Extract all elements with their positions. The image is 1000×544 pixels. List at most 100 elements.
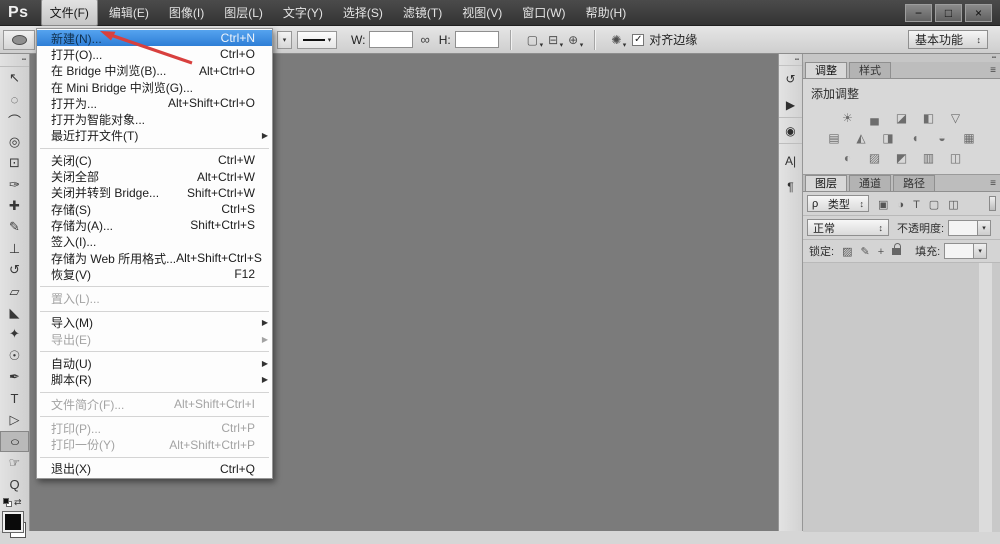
layers-list-empty[interactable] bbox=[803, 263, 1000, 532]
color-lookup-icon[interactable]: ▦ bbox=[960, 131, 978, 145]
menubar-item-图像(I)[interactable]: 图像(I) bbox=[160, 0, 213, 26]
foreground-color-swatch[interactable] bbox=[2, 510, 24, 533]
tab-样式[interactable]: 样式 bbox=[849, 62, 891, 78]
path-alignment-icon[interactable]: ⊟ ▾ bbox=[548, 33, 563, 49]
tool-pen[interactable]: ✒ bbox=[0, 366, 29, 387]
menu-item-关闭全部[interactable]: 关闭全部 Alt+Ctrl+W bbox=[37, 168, 272, 185]
tab-路径[interactable]: 路径 bbox=[893, 175, 935, 191]
menu-item-打开为...[interactable]: 打开为... Alt+Shift+Ctrl+O bbox=[37, 95, 272, 111]
menu-item-导入(M)[interactable]: 导入(M) ▶ bbox=[37, 315, 272, 331]
menubar-item-图层(L)[interactable]: 图层(L) bbox=[215, 0, 272, 26]
menubar-item-帮助(H)[interactable]: 帮助(H) bbox=[577, 0, 636, 26]
height-input[interactable] bbox=[454, 31, 499, 48]
tool-eraser[interactable]: ▱ bbox=[0, 281, 29, 302]
maximize-button[interactable]: □ bbox=[935, 3, 962, 22]
dock-collapse-arrows-icon[interactable]: ▪▪ bbox=[779, 54, 802, 66]
align-edges-checkbox[interactable]: ✓ bbox=[632, 33, 645, 46]
filter-toggle-icon[interactable] bbox=[989, 196, 996, 211]
menu-item-关闭(C)[interactable]: 关闭(C) Ctrl+W bbox=[37, 152, 272, 168]
opacity-dropdown-icon[interactable]: ▾ bbox=[978, 219, 992, 236]
fill-input[interactable] bbox=[944, 243, 975, 259]
workspace-switcher[interactable]: 基本功能 ↕ bbox=[908, 30, 988, 49]
tool-marquee[interactable]: ◌ bbox=[0, 88, 29, 109]
default-colors-icon[interactable] bbox=[3, 497, 12, 507]
menubar-item-视图(V)[interactable]: 视图(V) bbox=[453, 0, 511, 26]
tool-path-selection[interactable]: ▷ bbox=[0, 409, 29, 430]
minimize-button[interactable]: − bbox=[905, 3, 932, 22]
swap-colors-icon[interactable]: ⇄ bbox=[14, 497, 22, 508]
animation-panel-icon[interactable]: ◉ bbox=[779, 118, 802, 144]
levels-icon[interactable]: ▄ bbox=[866, 111, 884, 125]
geometry-options-gear-icon[interactable]: ✺ ▾ bbox=[611, 33, 626, 49]
tool-spot-healing[interactable]: ✚ bbox=[0, 195, 29, 216]
menu-item-存储(S)[interactable]: 存储(S) Ctrl+S bbox=[37, 201, 272, 217]
curves-icon[interactable]: ◪ bbox=[893, 111, 911, 125]
menu-item-打印(P)...[interactable]: 打印(P)... Ctrl+P bbox=[37, 420, 272, 436]
tool-paint-bucket[interactable]: ◣ bbox=[0, 302, 29, 323]
tool-type[interactable]: T bbox=[0, 388, 29, 409]
path-operations-icon[interactable]: ▢ ▾ bbox=[527, 33, 543, 49]
menu-item-置入(L)...[interactable]: 置入(L)... bbox=[37, 290, 272, 306]
menu-item-文件简介(F)...[interactable]: 文件简介(F)... Alt+Shift+Ctrl+I bbox=[37, 396, 272, 412]
tool-blur[interactable]: ✦ bbox=[0, 324, 29, 345]
actions-panel-icon[interactable]: ▶ bbox=[779, 92, 802, 118]
panel-menu-icon[interactable]: ≡ bbox=[990, 178, 996, 189]
menubar-item-文件(F)[interactable]: 文件(F) bbox=[40, 0, 98, 26]
menu-item-恢复(V)[interactable]: 恢复(V) F12 bbox=[37, 266, 272, 282]
menu-item-最近打开文件(T)[interactable]: 最近打开文件(T) ▶ bbox=[37, 128, 272, 144]
channel-mixer-icon[interactable]: ◒ bbox=[933, 131, 951, 145]
width-input[interactable] bbox=[369, 31, 414, 48]
menu-item-关闭并转到 Bridge...[interactable]: 关闭并转到 Bridge... Shift+Ctrl+W bbox=[37, 185, 272, 201]
black-white-icon[interactable]: ◨ bbox=[879, 131, 897, 145]
tool-clone-stamp[interactable]: ⊥ bbox=[0, 238, 29, 259]
tool-dodge[interactable]: ☉ bbox=[0, 345, 29, 366]
menu-item-自动(U)[interactable]: 自动(U) ▶ bbox=[37, 355, 272, 371]
tool-brush[interactable]: ✎ bbox=[0, 217, 29, 238]
stroke-style-dropdown[interactable]: ▾ bbox=[297, 30, 337, 49]
opacity-input[interactable] bbox=[948, 219, 979, 236]
menu-item-导出(E)[interactable]: 导出(E) ▶ bbox=[37, 331, 272, 347]
exposure-icon[interactable]: ◧ bbox=[920, 111, 938, 125]
character-panel-icon[interactable]: A| bbox=[779, 148, 802, 174]
hue-saturation-icon[interactable]: ▤ bbox=[825, 131, 843, 145]
lock-position-icon[interactable]: + bbox=[878, 246, 884, 258]
close-button[interactable]: × bbox=[965, 3, 992, 22]
threshold-icon[interactable]: ◩ bbox=[893, 151, 911, 165]
tool-ellipse-shape[interactable]: ○ bbox=[0, 430, 29, 453]
filter-smart-objects-icon[interactable]: ◫ bbox=[948, 199, 958, 211]
menubar-item-窗口(W)[interactable]: 窗口(W) bbox=[513, 0, 574, 26]
posterize-icon[interactable]: ▨ bbox=[866, 151, 884, 165]
color-balance-icon[interactable]: ◭ bbox=[852, 131, 870, 145]
filter-type-dropdown[interactable]: ρ 类型 ↕ bbox=[807, 195, 869, 212]
menubar-item-编辑(E)[interactable]: 编辑(E) bbox=[100, 0, 158, 26]
menu-item-在 Bridge 中浏览(B)...[interactable]: 在 Bridge 中浏览(B)... Alt+Ctrl+O bbox=[37, 63, 272, 79]
lock-transparency-icon[interactable]: ▨ bbox=[842, 246, 852, 258]
menu-item-脚本(R)[interactable]: 脚本(R) ▶ bbox=[37, 372, 272, 388]
tool-zoom[interactable]: Q bbox=[0, 473, 29, 494]
tab-调整[interactable]: 调整 bbox=[805, 62, 847, 78]
tool-quick-selection[interactable]: ◎ bbox=[0, 131, 29, 152]
menu-item-存储为 Web 所用格式...[interactable]: 存储为 Web 所用格式... Alt+Shift+Ctrl+S bbox=[37, 250, 272, 266]
menubar-item-滤镜(T)[interactable]: 滤镜(T) bbox=[394, 0, 451, 26]
tool-preset-picker[interactable] bbox=[3, 30, 35, 50]
gradient-map-icon[interactable]: ▥ bbox=[920, 151, 938, 165]
panels-collapse-arrows-icon[interactable]: ▪▪ bbox=[803, 54, 1000, 62]
lock-all-icon[interactable] bbox=[892, 242, 902, 255]
tab-通道[interactable]: 通道 bbox=[849, 175, 891, 191]
panel-menu-icon[interactable]: ≡ bbox=[990, 65, 996, 76]
tool-history-brush[interactable]: ↺ bbox=[0, 260, 29, 281]
menu-item-退出(X)[interactable]: 退出(X) Ctrl+Q bbox=[37, 461, 272, 477]
path-arrangement-icon[interactable]: ⊕ ▾ bbox=[568, 33, 583, 49]
menu-item-打开为智能对象...[interactable]: 打开为智能对象... bbox=[37, 111, 272, 127]
filter-adjustment-layers-icon[interactable]: ◑ bbox=[897, 199, 904, 211]
menu-item-打印一份(Y)[interactable]: 打印一份(Y) Alt+Shift+Ctrl+P bbox=[37, 437, 272, 453]
menu-item-存储为(A)...[interactable]: 存储为(A)... Shift+Ctrl+S bbox=[37, 217, 272, 233]
selective-color-icon[interactable]: ◫ bbox=[947, 151, 965, 165]
menu-item-签入(I)...[interactable]: 签入(I)... bbox=[37, 234, 272, 250]
filter-pixel-layers-icon[interactable]: ▣ bbox=[878, 199, 888, 211]
tool-hand[interactable]: ☞ bbox=[0, 452, 29, 473]
menubar-item-文字(Y)[interactable]: 文字(Y) bbox=[274, 0, 332, 26]
fill-dropdown-icon[interactable]: ▾ bbox=[974, 243, 988, 259]
tool-lasso[interactable]: ⌒ bbox=[0, 110, 29, 131]
link-dimensions-icon[interactable]: ∞ bbox=[420, 32, 429, 47]
